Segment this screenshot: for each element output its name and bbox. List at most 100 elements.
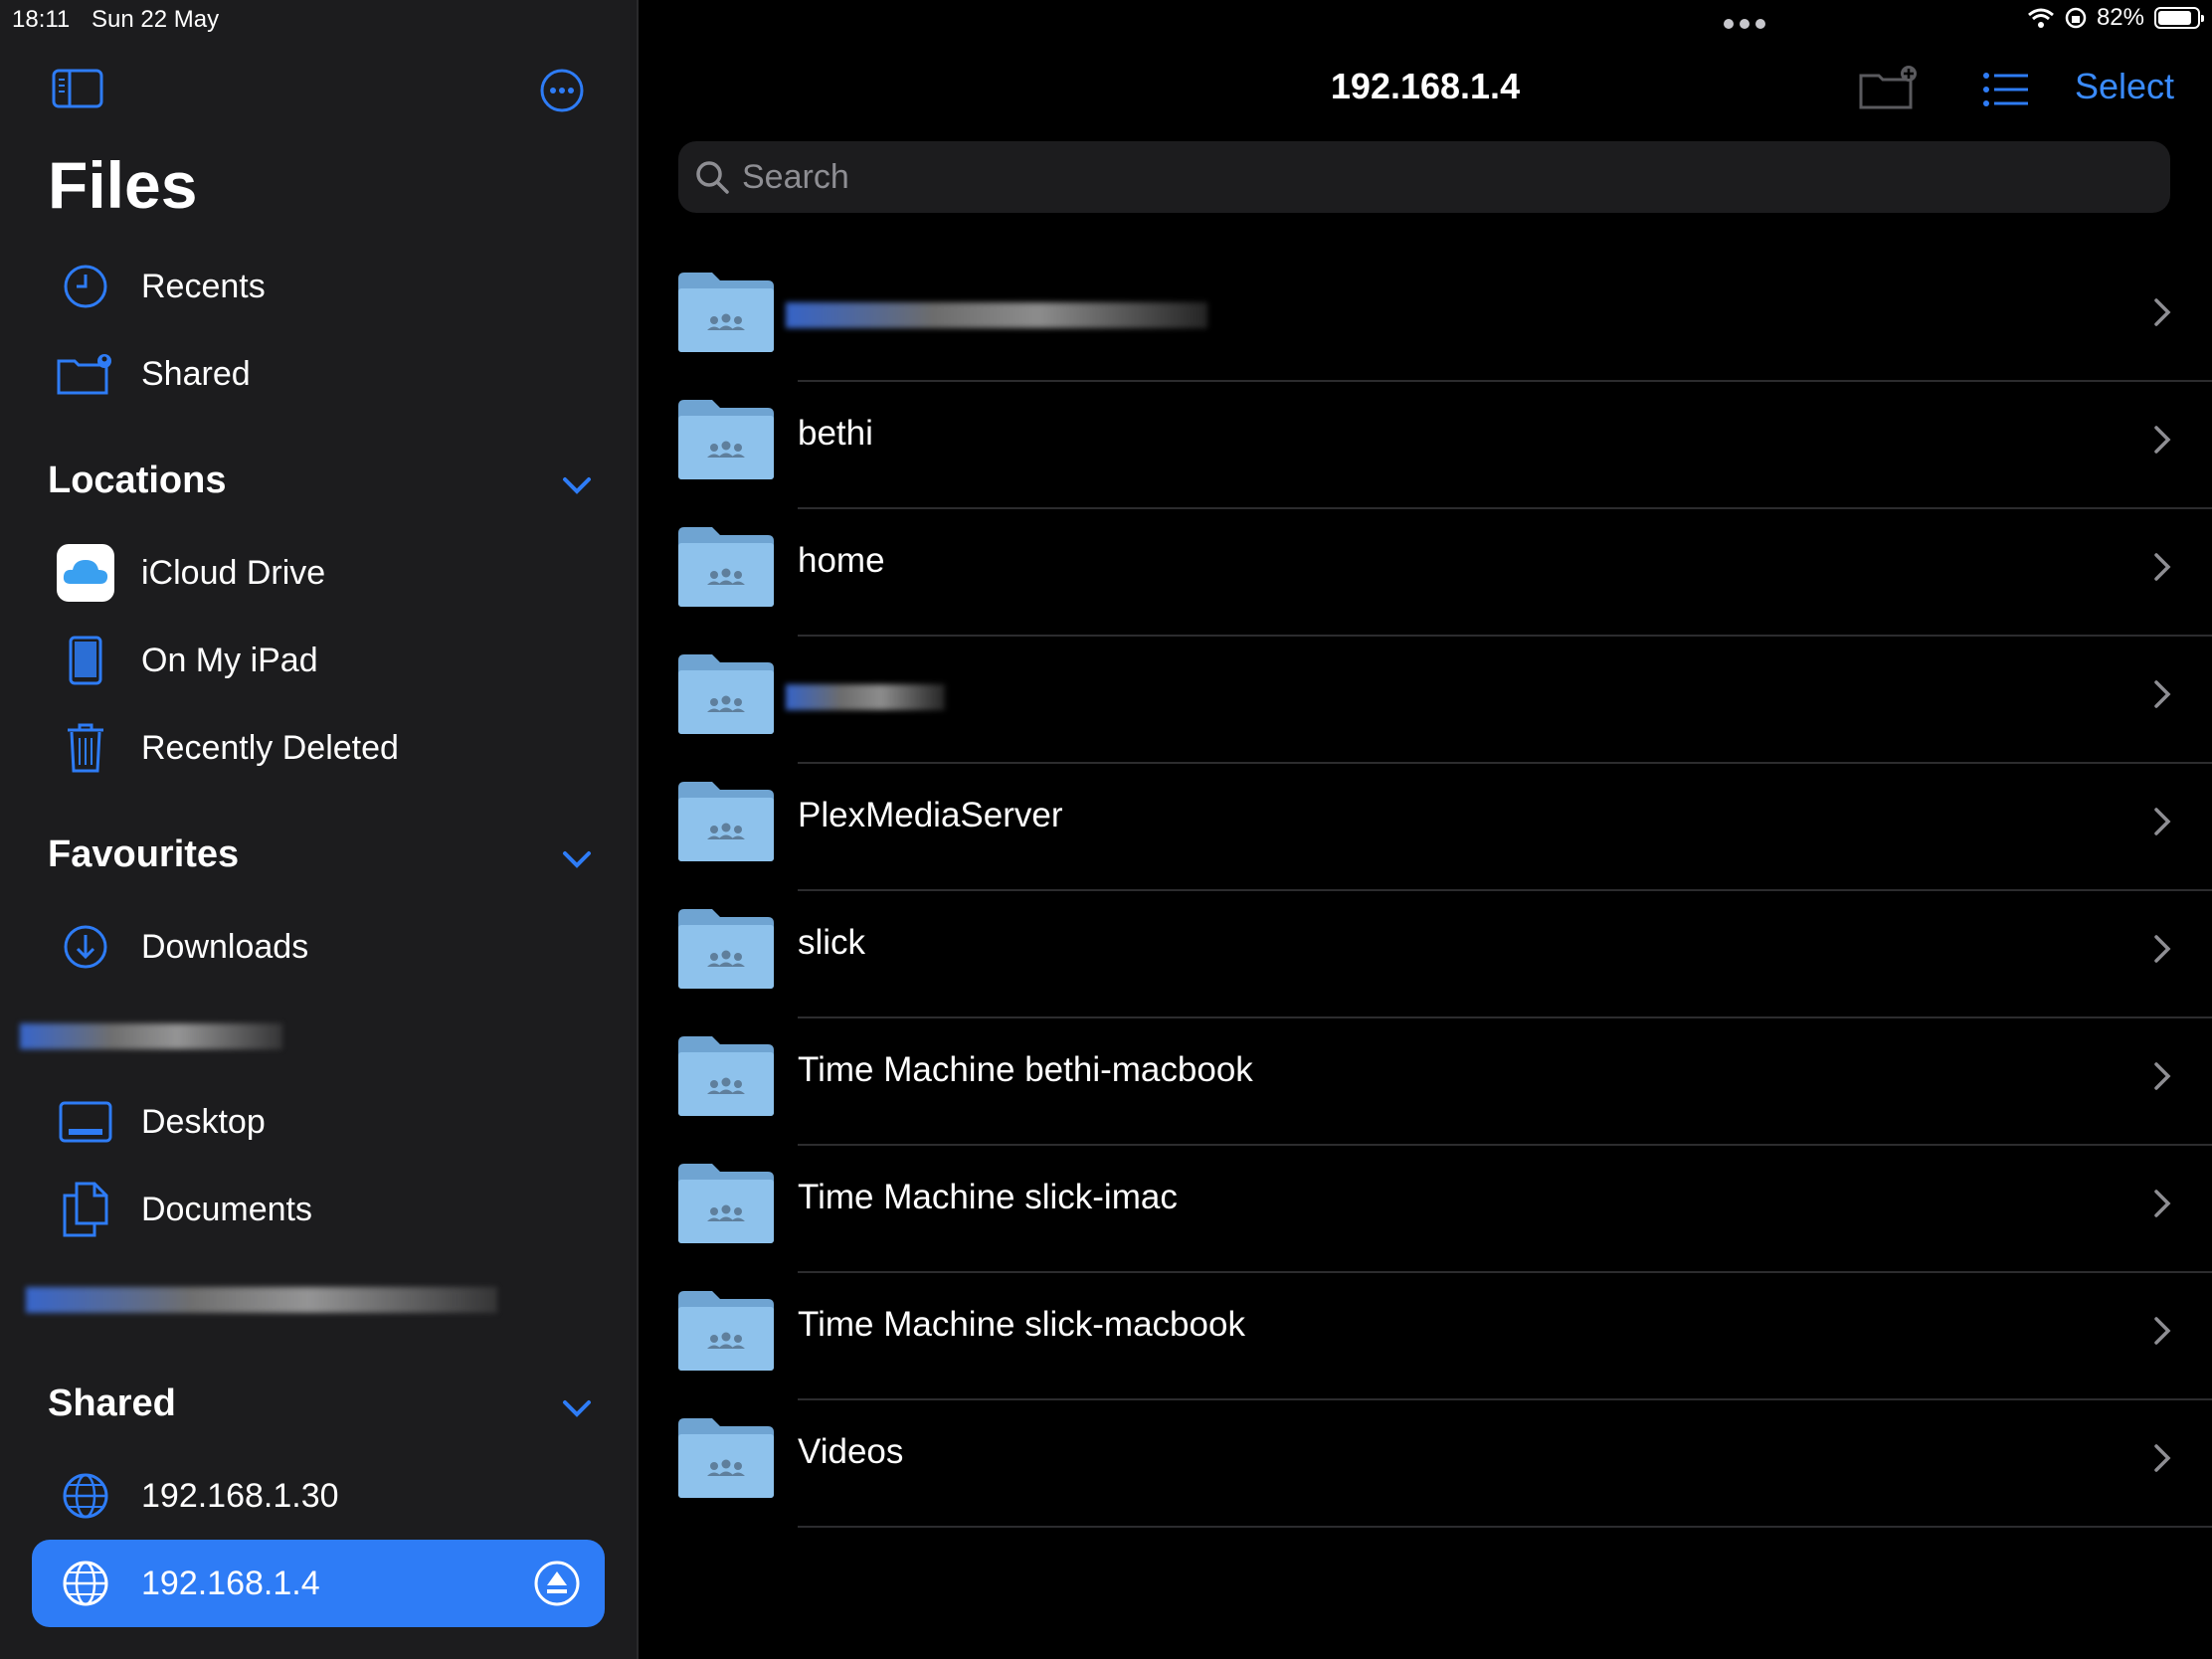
folder-name: bethi — [798, 414, 873, 453]
chevron-right-icon — [2150, 676, 2174, 712]
sidebar-item-label: 192.168.1.30 — [141, 1476, 339, 1515]
folder-row[interactable] — [678, 255, 2212, 382]
sidebar: Files Recents Shared Locations iCloud Dr… — [0, 0, 637, 1659]
globe-icon — [63, 1473, 108, 1519]
redacted-folder-name — [786, 302, 1207, 328]
shared-folder-icon — [678, 909, 774, 989]
list-icon — [1983, 73, 2028, 106]
sidebar-item-label: Recently Deleted — [141, 728, 399, 767]
sidebar-item-server-4[interactable]: 192.168.1.4 — [32, 1540, 605, 1627]
documents-icon — [63, 1182, 108, 1237]
chevron-right-icon — [2150, 931, 2174, 967]
orientation-lock-icon — [2065, 7, 2087, 29]
sidebar-item-label: Documents — [141, 1190, 312, 1228]
shared-folder-icon — [678, 1418, 774, 1498]
status-time: 18:11 — [12, 6, 71, 33]
split-divider[interactable] — [637, 0, 639, 1659]
chevron-down-icon[interactable] — [557, 1388, 597, 1428]
shared-folder-icon — [678, 1036, 774, 1116]
trash-icon — [68, 723, 103, 773]
favourites-header: Favourites — [48, 833, 240, 875]
folder-row[interactable]: Time Machine slick-macbook — [678, 1273, 2212, 1400]
sidebar-item-label: On My iPad — [141, 641, 318, 679]
desktop-icon — [59, 1101, 112, 1143]
sidebar-item-recents[interactable]: Recents — [32, 245, 605, 328]
location-title: 192.168.1.4 — [1330, 66, 1521, 106]
folder-name: Time Machine slick-macbook — [798, 1305, 1245, 1344]
chevron-right-icon — [2150, 1186, 2174, 1221]
shared-header: Shared — [48, 1382, 176, 1424]
search-icon — [696, 161, 729, 194]
new-folder-button[interactable] — [1858, 62, 1922, 113]
sidebar-toggle-button[interactable] — [50, 66, 105, 111]
battery-percent: 82% — [2096, 4, 2144, 31]
search-input[interactable]: Search — [678, 141, 2170, 213]
shared-folder-icon — [678, 527, 774, 607]
chevron-down-icon[interactable] — [557, 839, 597, 879]
view-options-button[interactable] — [1981, 70, 2031, 109]
sidebar-item-desktop[interactable]: Desktop — [32, 1080, 605, 1164]
download-icon — [64, 925, 107, 969]
shared-folder-icon — [678, 654, 774, 734]
sidebar-item-label: Shared — [141, 354, 251, 393]
folder-name: Videos — [798, 1432, 904, 1471]
folder-name: Time Machine bethi-macbook — [798, 1050, 1253, 1089]
battery-icon — [2154, 7, 2204, 29]
chevron-right-icon — [2150, 1313, 2174, 1349]
status-right: 82% — [2027, 4, 2204, 32]
redacted-favourite[interactable] — [20, 1023, 282, 1049]
more-options-button[interactable] — [537, 66, 587, 115]
folder-row[interactable]: Videos — [678, 1400, 2212, 1528]
status-date: Sun 22 May — [92, 6, 220, 33]
select-button[interactable]: Select — [2075, 66, 2174, 107]
sidebar-item-icloud-drive[interactable]: iCloud Drive — [32, 531, 605, 615]
shared-folder-icon — [678, 273, 774, 352]
globe-icon — [63, 1561, 108, 1606]
shared-folder-icon — [678, 400, 774, 479]
sidebar-title: Files — [48, 148, 198, 222]
sidebar-item-documents[interactable]: Documents — [32, 1168, 605, 1251]
sidebar-item-label: 192.168.1.4 — [141, 1564, 320, 1602]
row-separator — [798, 1526, 2212, 1528]
chevron-right-icon — [2150, 549, 2174, 585]
sidebar-item-server-30[interactable]: 192.168.1.30 — [32, 1454, 605, 1538]
folder-row[interactable]: bethi — [678, 382, 2212, 509]
sidebar-item-downloads[interactable]: Downloads — [32, 905, 605, 989]
folder-row[interactable]: Time Machine slick-imac — [678, 1146, 2212, 1273]
shared-folder-icon — [678, 1291, 774, 1371]
sidebar-item-recently-deleted[interactable]: Recently Deleted — [32, 706, 605, 790]
chevron-right-icon — [2150, 422, 2174, 458]
folder-name: Time Machine slick-imac — [798, 1178, 1178, 1216]
chevron-down-icon[interactable] — [557, 465, 597, 505]
redacted-favourite[interactable] — [26, 1287, 497, 1313]
sidebar-item-label: Desktop — [141, 1102, 266, 1141]
folder-name: home — [798, 541, 885, 580]
sidebar-item-shared[interactable]: Shared — [32, 332, 605, 416]
shared-folder-icon — [678, 1164, 774, 1243]
sidebar-item-label: iCloud Drive — [141, 553, 326, 592]
folder-row[interactable]: slick — [678, 891, 2212, 1018]
chevron-right-icon — [2150, 804, 2174, 839]
eject-icon[interactable] — [533, 1560, 581, 1607]
ellipsis-circle-icon — [540, 69, 584, 112]
folder-row[interactable] — [678, 637, 2212, 764]
search-placeholder: Search — [742, 157, 849, 196]
folder-row[interactable]: Time Machine bethi-macbook — [678, 1018, 2212, 1146]
sidebar-item-label: Downloads — [141, 927, 309, 966]
sidebar-item-label: Recents — [141, 267, 266, 305]
shared-folder-icon — [57, 354, 111, 395]
icloud-icon — [57, 544, 114, 602]
clock-icon — [64, 265, 107, 308]
sidebar-icon — [52, 69, 103, 108]
chevron-right-icon — [2150, 1058, 2174, 1094]
sidebar-item-on-my-ipad[interactable]: On My iPad — [32, 619, 605, 702]
locations-header: Locations — [48, 460, 227, 501]
wifi-icon — [2027, 8, 2054, 28]
folder-name: slick — [798, 923, 866, 962]
status-bar: 18:11 Sun 22 May 82% — [0, 0, 2212, 40]
redacted-folder-name — [786, 684, 945, 710]
chevron-right-icon — [2150, 1440, 2174, 1476]
folder-row[interactable]: home — [678, 509, 2212, 637]
folder-row[interactable]: PlexMediaServer — [678, 764, 2212, 891]
folder-name: PlexMediaServer — [798, 796, 1063, 834]
